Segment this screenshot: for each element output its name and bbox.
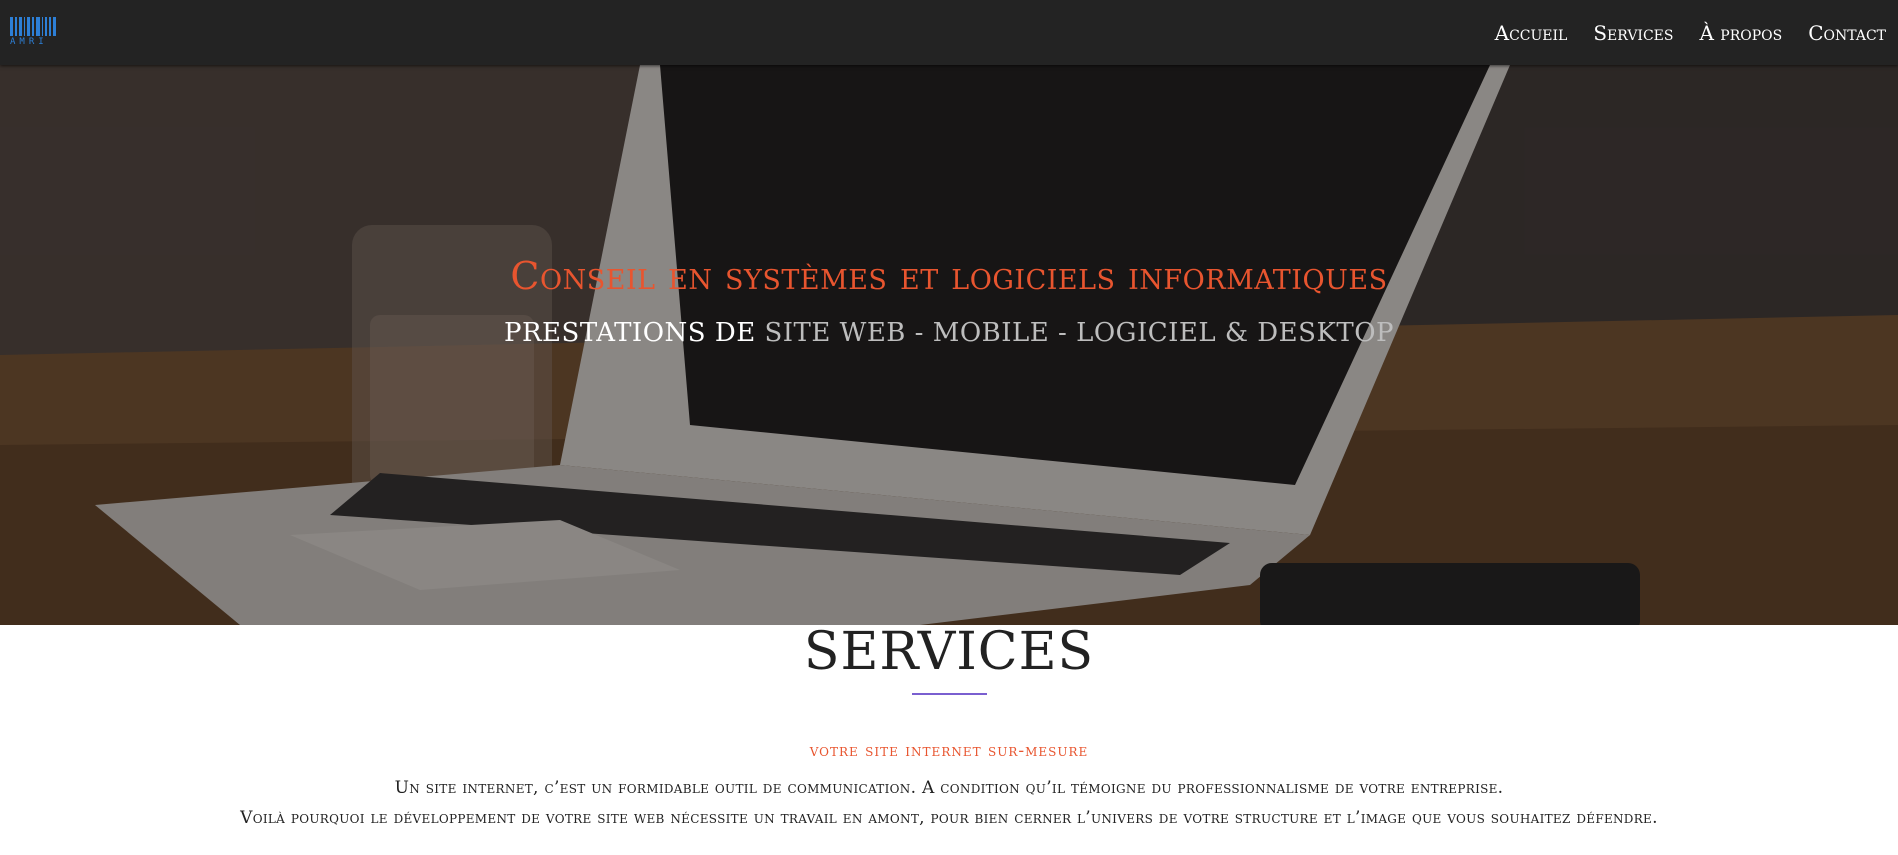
nav-link-accueil[interactable]: Accueil <box>1495 21 1568 45</box>
logo-text: AMRI <box>10 37 48 47</box>
hero-subtitle-rest: SITE WEB - MOBILE - LOGICIEL & DESKTOP <box>764 318 1395 348</box>
services-paragraph-line-1: Un site internet, c’est un formidable ou… <box>394 778 1504 798</box>
hero-title: Conseil en systèmes et logiciels informa… <box>510 254 1388 298</box>
main-nav: Accueil Services À propos Contact <box>1495 0 1886 65</box>
nav-link-services[interactable]: Services <box>1593 21 1673 45</box>
hero-banner: Conseil en systèmes et logiciels informa… <box>0 65 1898 625</box>
hero-subtitle: PRESTATIONS DE SITE WEB - MOBILE - LOGIC… <box>0 318 1898 348</box>
hero-subtitle-lead: PRESTATIONS DE <box>503 318 756 348</box>
services-paragraph-line-2: Voilà pourquoi le développement de votre… <box>240 808 1658 828</box>
services-heading: SERVICES <box>803 622 1095 682</box>
amri-logo[interactable]: AMRI <box>10 17 56 49</box>
nav-link-a-propos[interactable]: À propos <box>1700 21 1783 45</box>
services-subheading: votre site internet sur-mesure <box>809 741 1089 761</box>
section-divider <box>912 693 987 695</box>
barcode-logo-icon <box>10 17 56 36</box>
top-navbar: AMRI Accueil Services À propos Contact <box>0 0 1898 65</box>
nav-link-contact[interactable]: Contact <box>1808 21 1886 45</box>
